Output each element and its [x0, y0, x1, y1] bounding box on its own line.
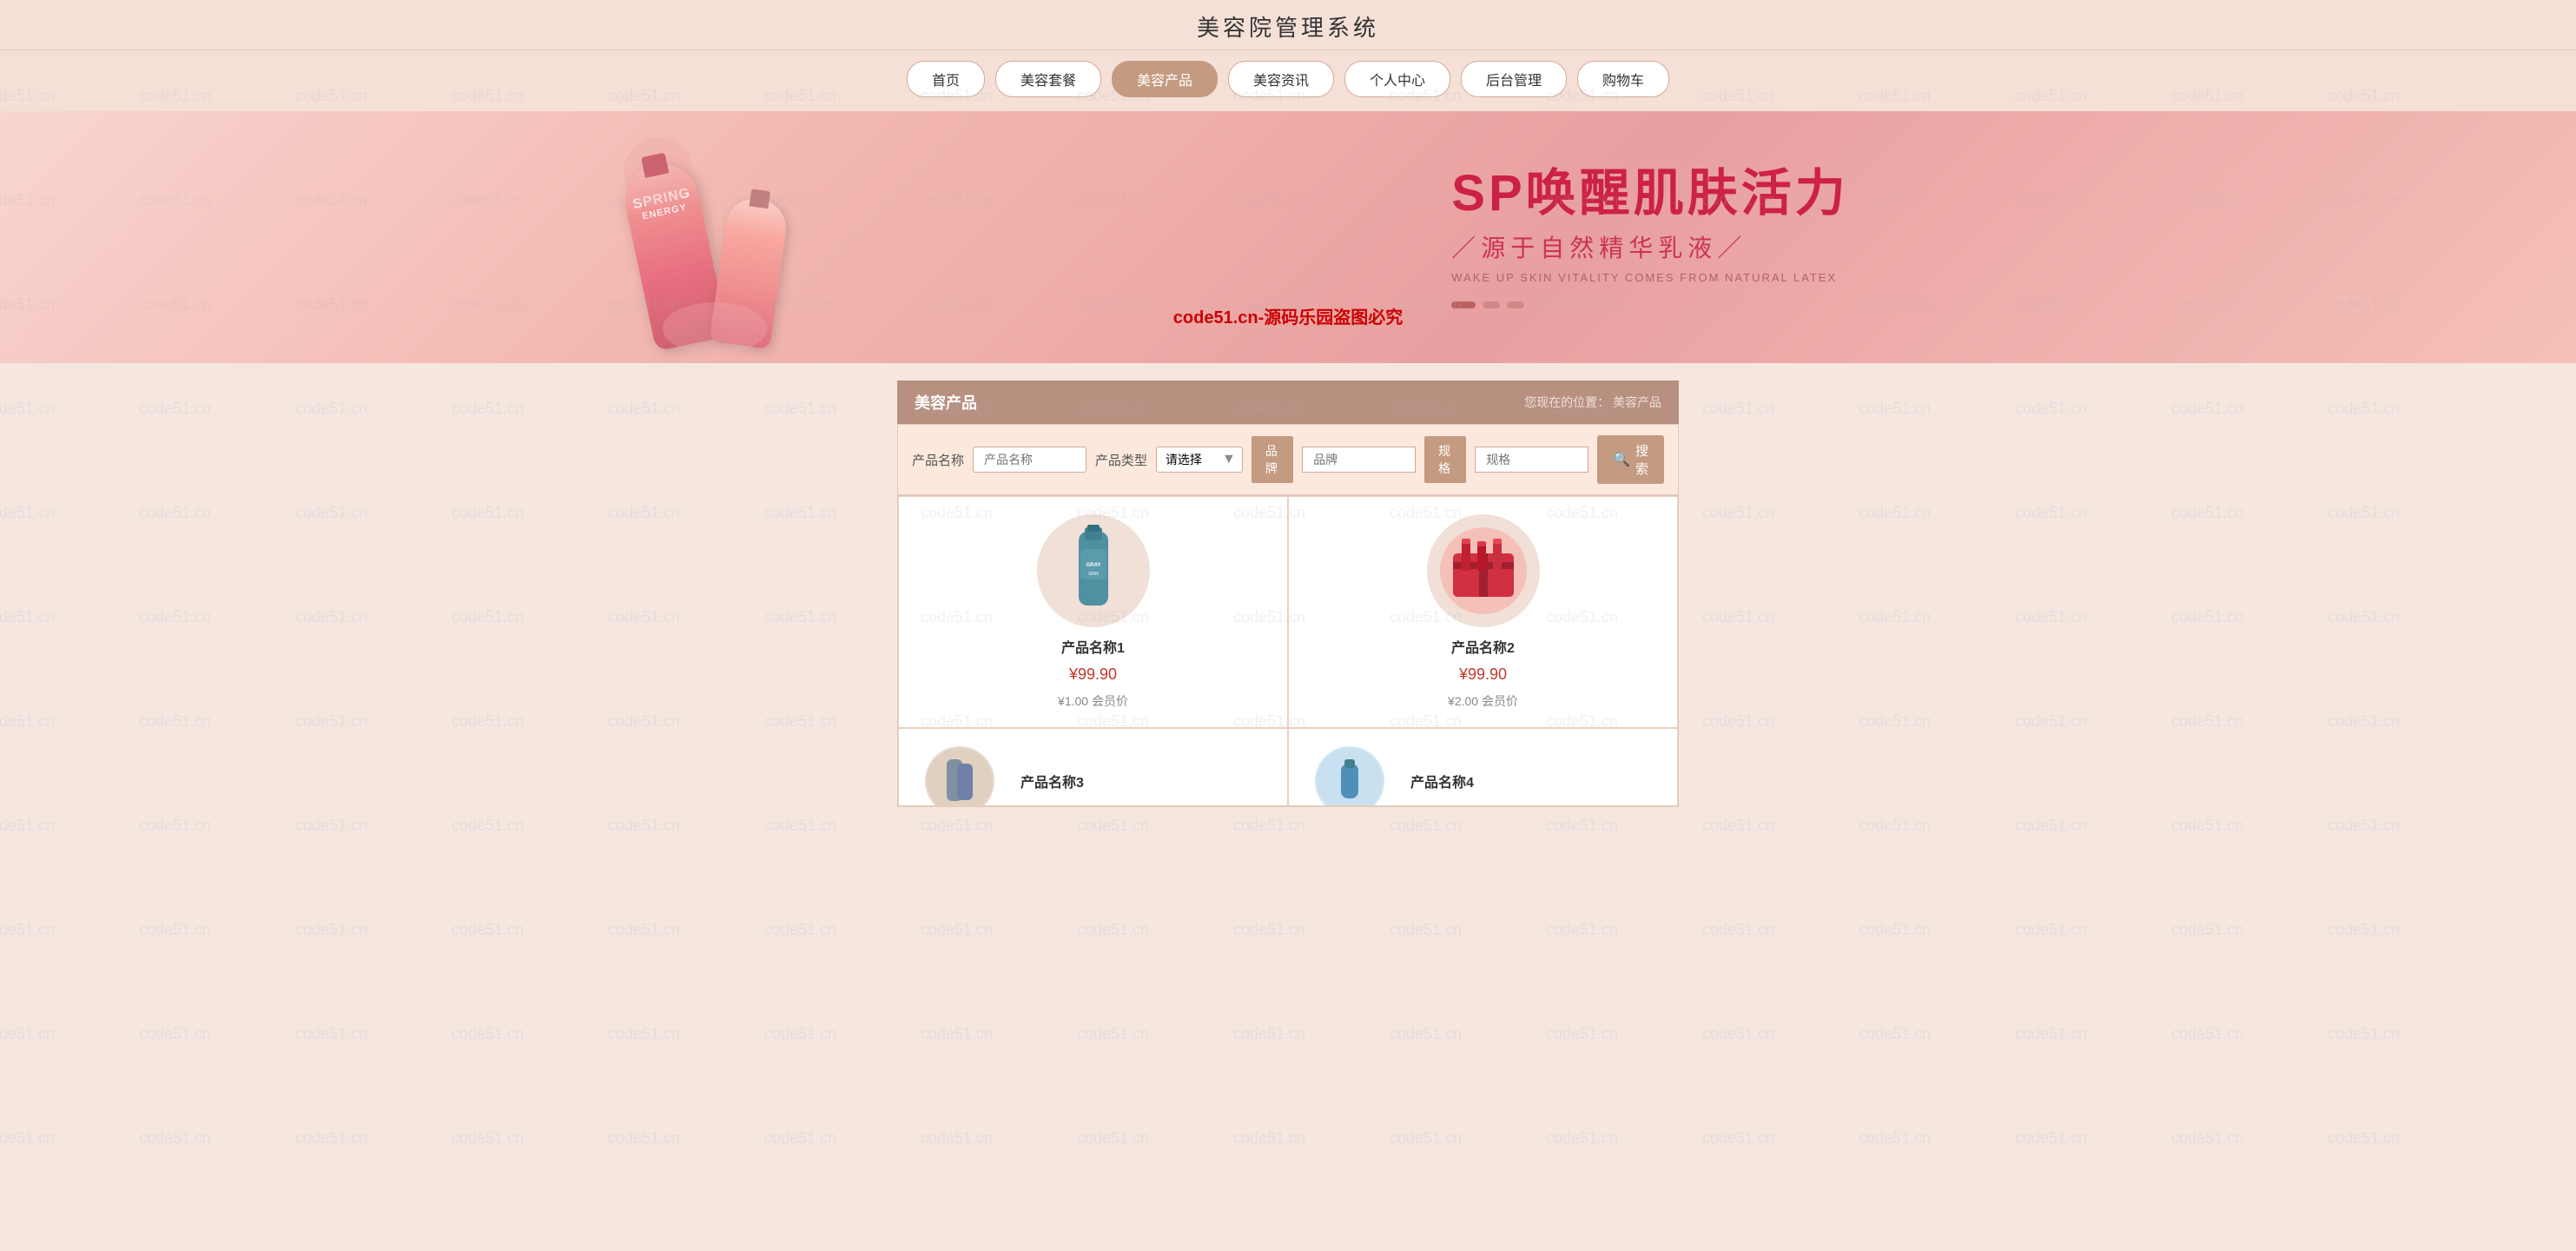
banner-right: SP唤醒肌肤活力 ／源于自然精华乳液／ WAKE UP SKIN VITALIT…: [1417, 149, 2576, 327]
product-svg-3: [925, 746, 994, 806]
filter-bar: 产品名称 产品类型 请选择 ▼ 品牌 规格 🔍 搜索: [897, 424, 1679, 495]
banner-english: WAKE UP SKIN VITALITY COMES FROM NATURAL…: [1451, 271, 2541, 284]
search-button-label: 搜索: [1635, 441, 1648, 478]
product-image-3: [925, 746, 994, 806]
section-header: 美容产品 您现在的位置： 美容产品: [897, 381, 1679, 424]
section-title: 美容产品: [915, 391, 977, 414]
product-type-select[interactable]: 请选择: [1156, 447, 1243, 473]
product-card-2[interactable]: 产品名称2 ¥99.90 ¥2.00 会员价: [1288, 496, 1678, 728]
breadcrumb: 您现在的位置： 美容产品: [1524, 394, 1661, 411]
content-area: 美容产品 您现在的位置： 美容产品 产品名称 产品类型 请选择 ▼ 品牌 规格 …: [897, 381, 1679, 842]
banner-dot-3[interactable]: [1507, 301, 1524, 308]
nav-item-cart[interactable]: 购物车: [1577, 61, 1669, 97]
banner-dot-1[interactable]: [1451, 301, 1476, 308]
nav-item-home[interactable]: 首页: [907, 61, 985, 97]
banner: SPRING ENERGY SP唤醒肌肤活力 ／源于自然精华乳液／ WAKE U…: [0, 111, 2576, 363]
product-member-price-1: ¥1.00 会员价: [1058, 692, 1128, 710]
nav-item-packages[interactable]: 美容套餐: [995, 61, 1101, 97]
product-card-3[interactable]: 产品名称3: [898, 728, 1288, 806]
product-image-1: GRAY SKIN: [1037, 514, 1150, 627]
banner-dots: [1451, 301, 2541, 308]
product-name-3: 产品名称3: [1020, 771, 1084, 791]
nav-item-profile[interactable]: 个人中心: [1344, 61, 1450, 97]
product-price-1: ¥99.90: [1069, 665, 1117, 684]
product-name-2: 产品名称2: [1451, 636, 1515, 657]
search-icon: 🔍: [1613, 451, 1630, 468]
product-image-4: [1315, 746, 1384, 806]
svg-text:GRAY: GRAY: [1086, 563, 1100, 568]
product-type-label: 产品类型: [1095, 451, 1147, 469]
nav-item-admin[interactable]: 后台管理: [1461, 61, 1567, 97]
product-name-input[interactable]: [973, 447, 1087, 473]
banner-dot-2[interactable]: [1483, 301, 1500, 308]
product-svg-4: [1315, 746, 1384, 806]
product-member-price-2: ¥2.00 会员价: [1448, 692, 1518, 710]
svg-text:SKIN: SKIN: [1088, 572, 1099, 577]
product-svg-1: GRAY SKIN: [1063, 523, 1124, 619]
brand-input[interactable]: [1302, 447, 1416, 473]
banner-headline: SP唤醒肌肤活力: [1451, 166, 2541, 222]
site-title: 美容院管理系统: [0, 10, 2576, 43]
main-nav: 首页 美容套餐 美容产品 美容资讯 个人中心 后台管理 购物车: [0, 50, 2576, 111]
product-name-1: 产品名称1: [1061, 636, 1125, 657]
product-image-2: [1427, 514, 1540, 627]
product-price-2: ¥99.90: [1459, 665, 1507, 684]
banner-subline: ／源于自然精华乳液／: [1451, 229, 2541, 264]
site-header: 美容院管理系统: [0, 0, 2576, 50]
product-name-label: 产品名称: [912, 451, 964, 469]
brand-label: 品牌: [1252, 436, 1293, 483]
product-svg-2: [1436, 523, 1531, 619]
product-card-4[interactable]: 产品名称4: [1288, 728, 1678, 806]
product-3-row: 产品名称3: [925, 746, 1261, 806]
nav-item-products[interactable]: 美容产品: [1112, 61, 1218, 97]
spec-input[interactable]: [1475, 447, 1589, 473]
product-card-1[interactable]: GRAY SKIN 产品名称1 ¥99.90 ¥1.00 会员价: [898, 496, 1288, 728]
product-4-row: 产品名称4: [1315, 746, 1651, 806]
breadcrumb-current: 美容产品: [1613, 395, 1661, 409]
copyright-line: code51.cn-源码乐园盗图必究: [1173, 303, 1403, 328]
products-grid: GRAY SKIN 产品名称1 ¥99.90 ¥1.00 会员价: [897, 495, 1679, 807]
spec-label: 规格: [1424, 436, 1466, 483]
product-type-select-wrap: 请选择 ▼: [1156, 447, 1243, 473]
breadcrumb-label: 您现在的位置：: [1524, 395, 1609, 409]
nav-item-news[interactable]: 美容资讯: [1228, 61, 1334, 97]
product-name-4: 产品名称4: [1410, 771, 1474, 791]
search-button[interactable]: 🔍 搜索: [1597, 435, 1664, 484]
